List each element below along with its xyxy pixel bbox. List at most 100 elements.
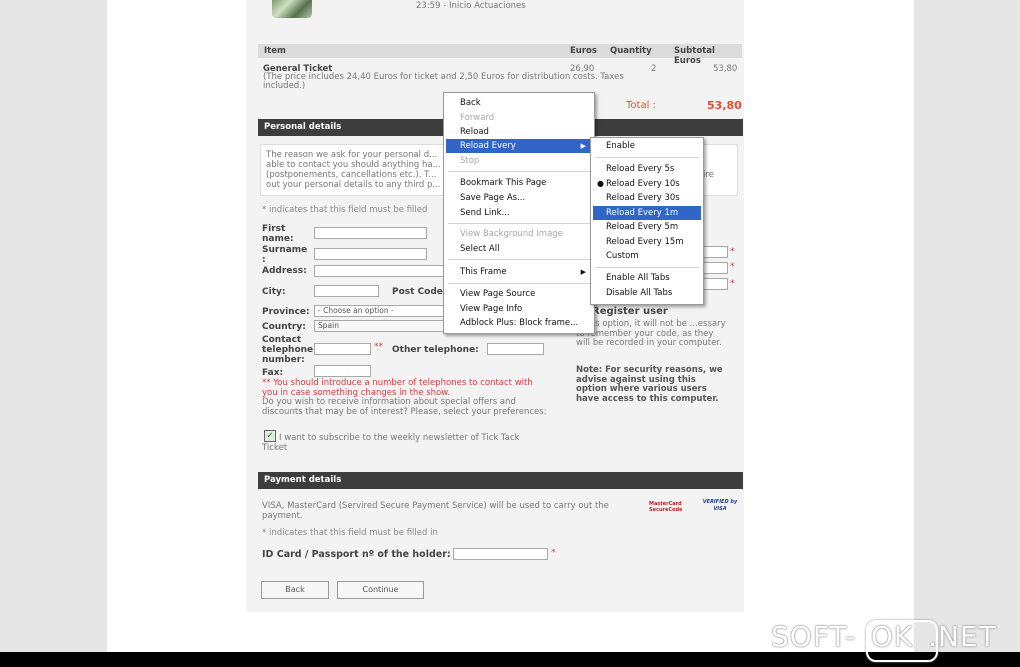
payment-text: VISA, MasterCard (Servired Secure Paymen… [262,501,609,521]
menu-item-page-info[interactable]: View Page Info [446,302,592,316]
watermark-box [866,620,938,662]
watermark-left: SOFT- [771,620,857,653]
contact-phone-label: Contact telephone number: [262,335,314,365]
country-select[interactable]: Spain [314,320,444,332]
menu-item-back[interactable]: Back [446,96,592,110]
personal-intro: The reason we ask for your personal d...… [266,150,441,190]
surname-input[interactable] [314,248,427,260]
city-input[interactable] [314,285,379,297]
offers-question: Do you wish to receive information about… [262,397,547,417]
total-value: 53,80 [707,99,742,112]
province-select[interactable]: - Choose an option - [314,305,444,317]
city-label: City: [262,287,286,297]
item-note: (The price includes 24,40 Euros for tick… [263,72,624,91]
submenu-item-1m[interactable]: Reload Every 1m [593,206,701,220]
item-quantity: 2 [651,64,657,74]
newsletter-label: I want to subscribe to the weekly newsle… [262,433,520,453]
menu-item-select-all[interactable]: Select All [446,242,592,256]
required-mark: * [730,262,735,272]
header-item: Item [264,46,286,56]
menu-item-stop[interactable]: Stop [446,154,592,168]
first-name-input[interactable] [314,227,427,239]
submenu-item-disable-all-tabs[interactable]: Disable All Tabs [593,286,701,300]
address-input[interactable] [314,265,444,277]
context-menu: Back Forward Reload Reload Every ▶ Stop … [443,92,595,334]
submenu-item-10s-label: Reload Every 10s [606,179,680,189]
header-euros: Euros [570,46,597,56]
menu-separator [448,283,590,284]
submenu-item-enable[interactable]: Enable [593,139,701,153]
fax-label: Fax: [262,368,284,378]
item-subtotal: 53,80 [713,64,738,74]
menu-separator [595,157,699,158]
menu-item-reload[interactable]: Reload [446,125,592,139]
submenu-arrow-icon: ▶ [580,268,586,276]
submenu-arrow-icon: ▶ [580,142,586,150]
payment-required-note: * indicates that this field must be fill… [262,528,438,538]
register-note: Note: For security reasons, we advise ag… [576,365,723,404]
total-label: Total : [626,100,656,111]
payment-details-bar: Payment details [258,472,743,489]
submenu-item-15m[interactable]: Reload Every 15m [593,235,701,249]
other-phone-label: Other telephone: [392,345,479,355]
submenu-item-5m[interactable]: Reload Every 5m [593,220,701,234]
menu-item-reload-every-label: Reload Every [460,141,516,151]
submenu-item-enable-all-tabs[interactable]: Enable All Tabs [593,271,701,285]
required-mark: * [551,548,556,558]
other-phone-input[interactable] [487,343,544,355]
radio-bullet-icon: ● [597,179,604,188]
submenu-item-5s[interactable]: Reload Every 5s [593,162,701,176]
watermark-right: .NET [928,620,997,653]
back-button[interactable]: Back [261,581,329,599]
mastercard-logo: MasterCard SecureCode [649,501,683,513]
header-subtotal: Subtotal Euros [674,46,715,66]
item-euros: 26,90 [570,64,595,74]
personal-details-title: Personal details [264,122,342,132]
id-card-label: ID Card / Passport nº of the holder: [262,549,451,560]
register-text: ...this option, it will not be ...essary… [576,319,726,348]
right-input-3[interactable] [701,278,728,290]
menu-item-adblock[interactable]: Adblock Plus: Block frame... [446,316,592,330]
province-label: Province: [262,307,310,317]
country-label: Country: [262,322,306,332]
menu-item-reload-every[interactable]: Reload Every ▶ [446,139,592,153]
submenu-item-custom[interactable]: Custom [593,249,701,263]
right-input-2[interactable] [701,262,728,274]
menu-item-view-background[interactable]: View Background Image [446,227,592,241]
payment-details-title: Payment details [264,475,342,485]
verified-by-visa-logo: VERIFIED by VISA [702,499,738,512]
id-card-input[interactable] [453,548,548,560]
menu-separator [595,267,699,268]
menu-item-this-frame-label: This Frame [460,267,507,277]
continue-button[interactable]: Continue [337,581,424,599]
menu-item-bookmark[interactable]: Bookmark This Page [446,176,592,190]
menu-separator [448,223,590,224]
phone-note: ** You should introduce a number of tele… [262,378,533,398]
menu-item-view-source[interactable]: View Page Source [446,287,592,301]
menu-separator [448,259,590,260]
post-code-label: Post Code [392,287,443,297]
right-input-1[interactable] [701,246,728,258]
reload-every-submenu: Enable Reload Every 5s ● Reload Every 10… [590,137,704,305]
menu-item-save-page[interactable]: Save Page As... [446,191,592,205]
register-title: Register user [592,306,668,317]
event-thumbnail [272,0,312,18]
submenu-item-10s[interactable]: ● Reload Every 10s [593,177,701,191]
menu-item-forward[interactable]: Forward [446,111,592,125]
contact-phone-input[interactable] [314,343,371,355]
required-mark: ** [374,342,383,352]
menu-item-this-frame[interactable]: This Frame ▶ [446,265,592,279]
surname-label: Surname : [262,245,308,265]
menu-separator [448,171,590,172]
schedule-line: 23:59 - Inicio Actuaciones [416,1,526,11]
required-note: * indicates that this field must be fill… [262,205,428,215]
fax-input[interactable] [314,365,371,377]
first-name-label: First name: [262,224,294,244]
required-mark: * [730,247,735,257]
header-quantity: Quantity [610,46,652,56]
required-mark: * [730,279,735,289]
order-table-header: Item Euros Quantity Subtotal Euros [258,44,742,66]
menu-item-send-link[interactable]: Send Link... [446,206,592,220]
address-label: Address: [262,266,307,276]
submenu-item-30s[interactable]: Reload Every 30s [593,191,701,205]
